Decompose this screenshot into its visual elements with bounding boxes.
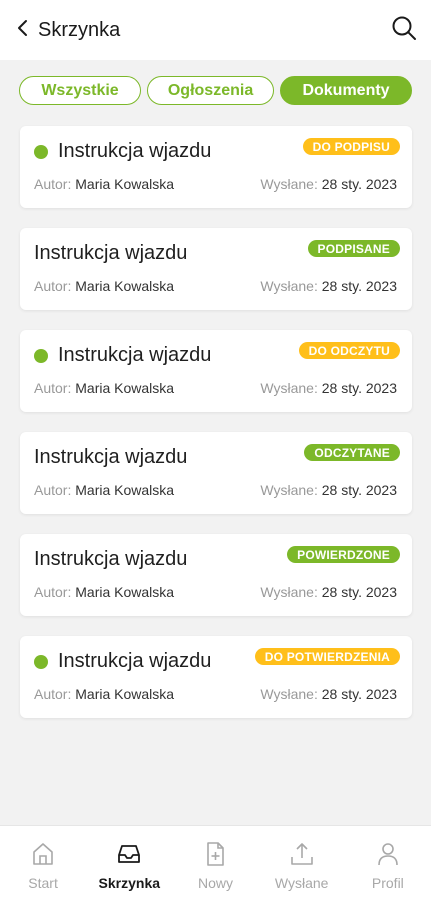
sent-date: 28 sty. 2023 xyxy=(321,482,397,498)
author-name: Maria Kowalska xyxy=(75,686,175,702)
unread-dot-icon xyxy=(34,348,48,363)
document-title-row: Instrukcja wjazdu xyxy=(34,548,187,571)
status-badge: POWIERDZONE xyxy=(287,546,400,563)
author-info: Autor: Maria Kowalska xyxy=(34,482,174,498)
filter-tabs: Wszystkie Ogłoszenia Dokumenty xyxy=(0,76,431,105)
sent-info: Wysłane: 28 sty. 2023 xyxy=(260,584,397,600)
author-name: Maria Kowalska xyxy=(75,380,175,396)
home-icon xyxy=(29,840,57,871)
document-meta: Autor: Maria Kowalska Wysłane: 28 sty. 20… xyxy=(34,176,397,192)
status-badge: DO POTWIERDZENIA xyxy=(254,648,400,665)
author-info: Autor: Maria Kowalska xyxy=(34,278,174,294)
nav-item-start[interactable]: Start xyxy=(3,840,83,891)
sent-date: 28 sty. 2023 xyxy=(321,380,397,396)
document-meta: Autor: Maria Kowalska Wysłane: 28 sty. 20… xyxy=(34,380,397,396)
status-badge: DO PODPISU xyxy=(302,138,400,155)
document-title: Instrukcja wjazdu xyxy=(34,242,188,264)
author-name: Maria Kowalska xyxy=(75,584,175,600)
sent-date: 28 sty. 2023 xyxy=(321,686,397,702)
sent-date: 28 sty. 2023 xyxy=(321,584,397,600)
status-badge: ODCZYTANE xyxy=(304,444,400,461)
document-card[interactable]: Instrukcja wjazdu DO ODCZYTU Autor: Maria … xyxy=(20,330,412,412)
sent-label: Wysłane: xyxy=(260,686,318,702)
inbox-icon xyxy=(115,840,143,871)
search-icon xyxy=(391,16,417,45)
author-label: Autor: xyxy=(34,686,72,702)
nav-label: Profil xyxy=(371,875,404,891)
document-title: Instrukcja wjazdu xyxy=(58,344,212,366)
nav-item-nowy[interactable]: Nowy xyxy=(175,840,255,891)
document-title: Instrukcja wjazdu xyxy=(58,140,212,162)
author-label: Autor: xyxy=(34,176,72,192)
sent-label: Wysłane: xyxy=(260,482,318,498)
sent-label: Wysłane: xyxy=(260,176,318,192)
document-title-row: Instrukcja wjazdu xyxy=(34,140,211,163)
author-info: Autor: Maria Kowalska xyxy=(34,176,174,192)
bottom-navigation: Start Skrzynka Nowy Wysłane Profil xyxy=(0,825,431,900)
nav-label: Skrzynka xyxy=(98,875,161,891)
document-title-row: Instrukcja wjazdu xyxy=(34,650,211,673)
document-meta: Autor: Maria Kowalska Wysłane: 28 sty. 20… xyxy=(34,482,397,498)
user-icon xyxy=(374,840,402,871)
back-button[interactable]: Skrzynka xyxy=(16,19,120,42)
tab-dokumenty[interactable]: Dokumenty xyxy=(280,76,412,105)
document-card[interactable]: Instrukcja wjazdu POWIERDZONE Autor: Maria… xyxy=(20,534,412,616)
search-button[interactable] xyxy=(391,15,417,46)
sent-label: Wysłane: xyxy=(260,380,318,396)
document-meta: Autor: Maria Kowalska Wysłane: 28 sty. 20… xyxy=(34,686,397,702)
sent-info: Wysłane: 28 sty. 2023 xyxy=(260,380,397,396)
document-card[interactable]: Instrukcja wjazdu PODPISANE Autor: Maria K… xyxy=(20,228,412,310)
top-bar: Skrzynka xyxy=(0,0,431,60)
author-info: Autor: Maria Kowalska xyxy=(34,380,174,396)
nav-item-skrzynka[interactable]: Skrzynka xyxy=(89,840,169,891)
nav-item-profil[interactable]: Profil xyxy=(348,840,428,891)
document-card[interactable]: Instrukcja wjazdu ODCZYTANE Autor: Maria K… xyxy=(20,432,412,514)
status-badge: DO ODCZYTU xyxy=(298,342,400,359)
document-title: Instrukcja wjazdu xyxy=(34,548,188,570)
author-label: Autor: xyxy=(34,584,72,600)
document-title-row: Instrukcja wjazdu xyxy=(34,242,187,265)
author-name: Maria Kowalska xyxy=(75,482,175,498)
tab-ogloszenia[interactable]: Ogłoszenia xyxy=(147,76,275,105)
author-label: Autor: xyxy=(34,278,72,294)
document-card[interactable]: Instrukcja wjazdu DO POTWIERDZENIA Autor: … xyxy=(20,636,412,718)
page-title: Skrzynka xyxy=(38,18,121,41)
sent-info: Wysłane: 28 sty. 2023 xyxy=(260,176,397,192)
author-label: Autor: xyxy=(34,482,72,498)
tab-wszystkie[interactable]: Wszystkie xyxy=(19,76,142,105)
sent-date: 28 sty. 2023 xyxy=(321,176,397,192)
nav-label: Wysłane xyxy=(274,875,329,891)
nav-item-wyslane[interactable]: Wysłane xyxy=(262,840,342,891)
author-label: Autor: xyxy=(34,380,72,396)
document-title-row: Instrukcja wjazdu xyxy=(34,446,187,469)
document-title: Instrukcja wjazdu xyxy=(58,650,212,672)
sent-label: Wysłane: xyxy=(260,278,318,294)
sent-info: Wysłane: 28 sty. 2023 xyxy=(260,482,397,498)
author-name: Maria Kowalska xyxy=(75,176,175,192)
author-info: Autor: Maria Kowalska xyxy=(34,686,174,702)
document-meta: Autor: Maria Kowalska Wysłane: 28 sty. 20… xyxy=(34,278,397,294)
status-badge: PODPISANE xyxy=(307,240,400,257)
document-card[interactable]: Instrukcja wjazdu DO PODPISU Autor: Maria … xyxy=(20,126,412,208)
nav-label: Nowy xyxy=(197,875,233,891)
sent-info: Wysłane: 28 sty. 2023 xyxy=(260,686,397,702)
nav-label: Start xyxy=(28,875,58,891)
document-list: Instrukcja wjazdu DO PODPISU Autor: Maria … xyxy=(20,126,412,738)
chevron-left-icon xyxy=(16,19,30,42)
unread-dot-icon xyxy=(34,144,48,159)
document-title-row: Instrukcja wjazdu xyxy=(34,344,211,367)
sent-info: Wysłane: 28 sty. 2023 xyxy=(260,278,397,294)
document-title: Instrukcja wjazdu xyxy=(34,446,188,468)
document-meta: Autor: Maria Kowalska Wysłane: 28 sty. 20… xyxy=(34,584,397,600)
new-document-icon xyxy=(201,840,229,871)
author-name: Maria Kowalska xyxy=(75,278,175,294)
author-info: Autor: Maria Kowalska xyxy=(34,584,174,600)
unread-dot-icon xyxy=(34,654,48,669)
upload-icon xyxy=(288,840,316,871)
sent-label: Wysłane: xyxy=(260,584,318,600)
sent-date: 28 sty. 2023 xyxy=(321,278,397,294)
